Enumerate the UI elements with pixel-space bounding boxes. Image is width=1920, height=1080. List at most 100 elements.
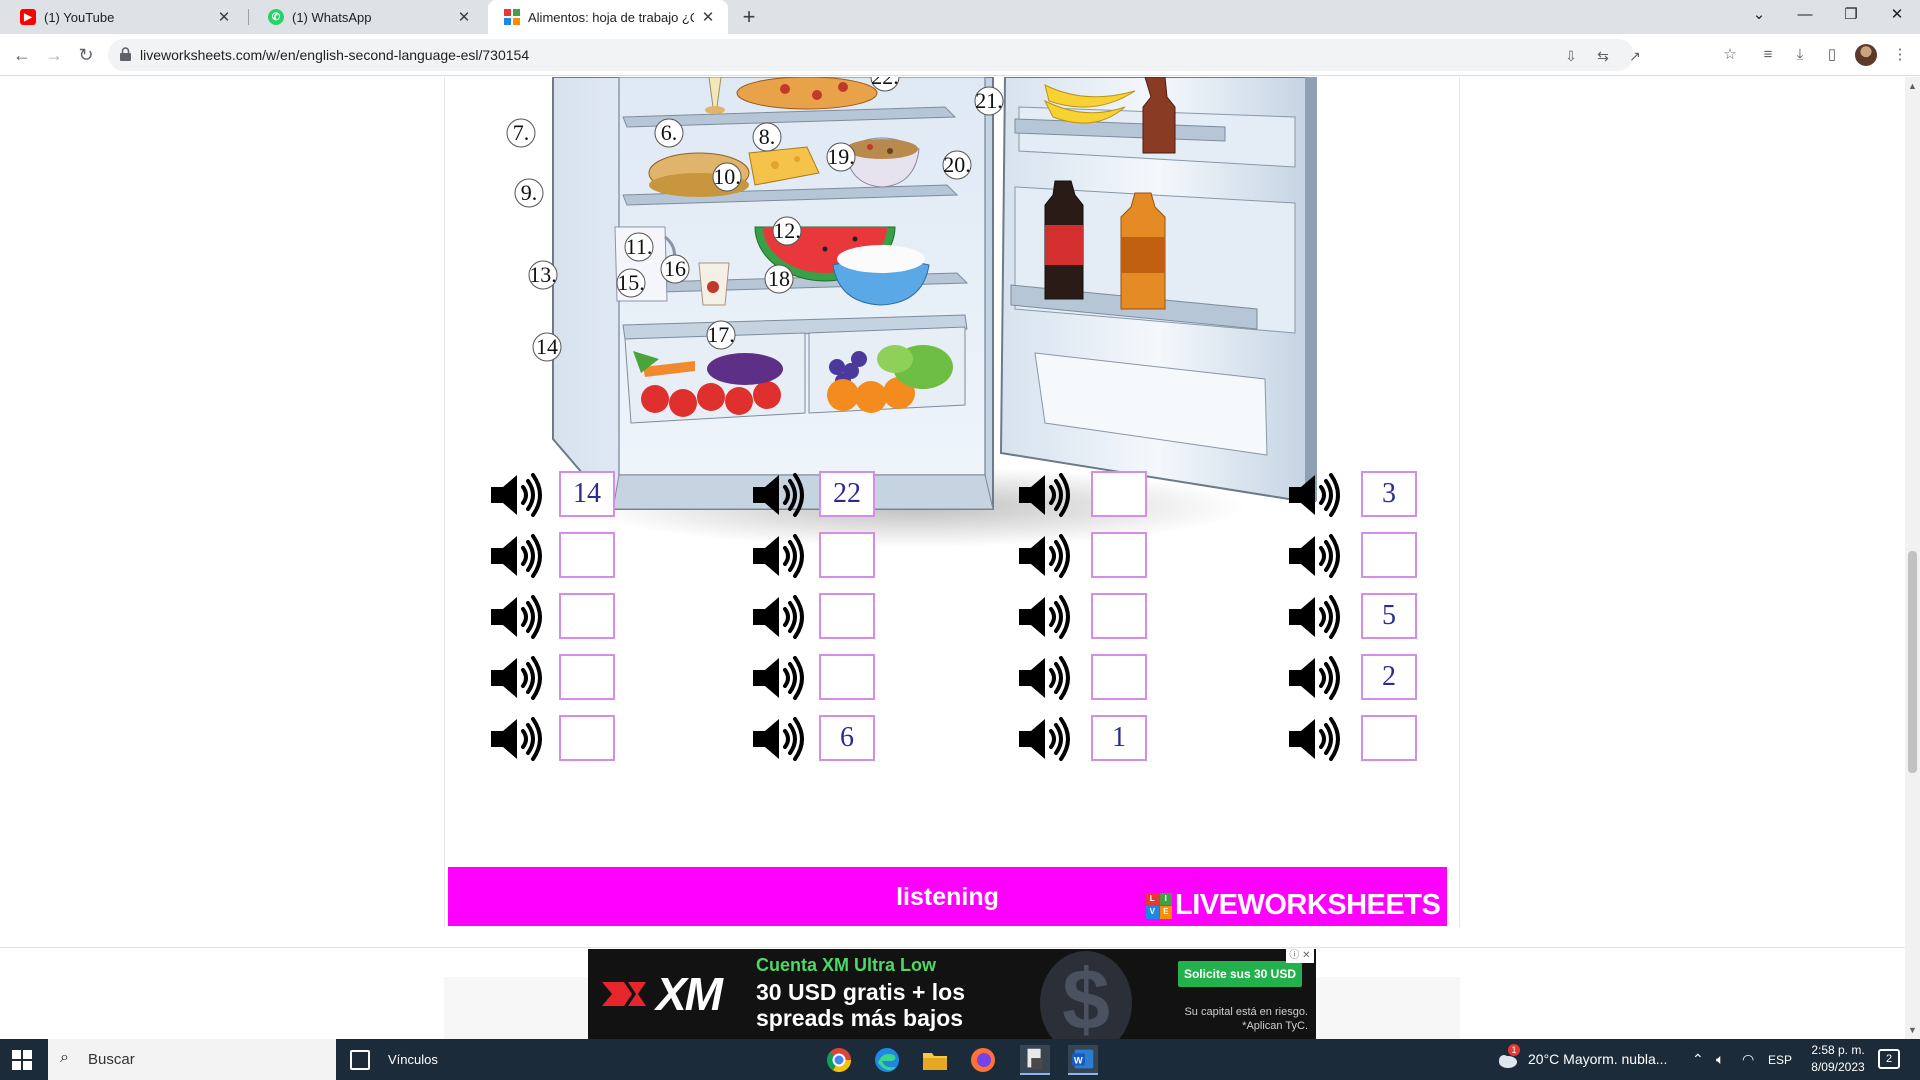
section-divider bbox=[0, 947, 1905, 948]
address-bar[interactable]: liveworksheets.com/w/en/english-second-l… bbox=[108, 39, 1641, 71]
answer-input[interactable]: 14 bbox=[559, 471, 615, 517]
answer-input[interactable]: 22 bbox=[819, 471, 875, 517]
tab-divider bbox=[248, 9, 249, 25]
close-icon[interactable]: ✕ bbox=[456, 8, 472, 26]
menu-icon[interactable]: ⋮ bbox=[1890, 45, 1910, 65]
speaker-icon[interactable] bbox=[1285, 715, 1341, 763]
side-panel-icon[interactable]: ▯ bbox=[1822, 45, 1842, 65]
answer-input[interactable] bbox=[1091, 654, 1147, 700]
forward-button[interactable]: → bbox=[40, 41, 68, 69]
brand-name: LIVEWORKSHEETS bbox=[1175, 889, 1441, 921]
language-indicator[interactable]: ESP bbox=[1768, 1053, 1792, 1067]
speaker-icon[interactable] bbox=[1285, 654, 1341, 702]
answer-input[interactable]: 2 bbox=[1361, 654, 1417, 700]
speaker-icon[interactable] bbox=[1015, 471, 1071, 519]
file-explorer-icon[interactable] bbox=[920, 1045, 950, 1075]
word-icon[interactable]: W bbox=[1068, 1045, 1098, 1075]
notifications-icon[interactable]: 2 bbox=[1878, 1049, 1900, 1069]
clock[interactable]: 2:58 p. m. 8/09/2023 bbox=[1806, 1042, 1870, 1076]
tab-youtube[interactable]: ▶ (1) YouTube ✕ bbox=[4, 0, 244, 34]
file-manager-icon[interactable] bbox=[1020, 1045, 1050, 1075]
answer-input[interactable] bbox=[819, 532, 875, 578]
answer-input[interactable] bbox=[559, 715, 615, 761]
wifi-icon[interactable]: ◠ bbox=[1742, 1051, 1754, 1068]
bookmark-star-icon[interactable]: ☆ bbox=[1720, 45, 1740, 65]
speaker-icon[interactable] bbox=[749, 593, 805, 641]
firefox-icon[interactable] bbox=[968, 1045, 998, 1075]
liveworksheets-brand[interactable]: L I V E LIVEWORKSHEETS bbox=[1146, 889, 1441, 922]
answer-input[interactable] bbox=[559, 593, 615, 639]
ad-cta-button[interactable]: Solicite sus 30 USD bbox=[1178, 961, 1302, 987]
speaker-icon[interactable] bbox=[1015, 532, 1071, 580]
scroll-up-icon[interactable]: ▲ bbox=[1908, 81, 1917, 91]
worksheet-footer: listening L I V E LIVEWORKSHEETS bbox=[448, 867, 1447, 926]
profile-avatar[interactable] bbox=[1855, 44, 1877, 66]
restore-button[interactable]: ❐ bbox=[1828, 0, 1874, 30]
fridge-label: 11. bbox=[626, 234, 653, 259]
tab-whatsapp[interactable]: ✆ (1) WhatsApp ✕ bbox=[252, 0, 484, 34]
reload-button[interactable]: ↻ bbox=[72, 41, 100, 69]
edge-icon[interactable] bbox=[872, 1045, 902, 1075]
ad-close-icon[interactable]: ⓘ ✕ bbox=[1286, 949, 1314, 963]
answer-input[interactable] bbox=[1361, 715, 1417, 761]
answer-input[interactable] bbox=[559, 654, 615, 700]
weather-text[interactable]: 20°C Mayorm. nubla... bbox=[1528, 1051, 1667, 1067]
taskbar-search[interactable]: ⌕ Buscar bbox=[48, 1039, 336, 1080]
speaker-icon[interactable] bbox=[487, 532, 543, 580]
volume-icon[interactable]: 🔈︎ bbox=[1716, 1051, 1724, 1068]
svg-text:W: W bbox=[1074, 1056, 1083, 1066]
speaker-icon[interactable] bbox=[1015, 593, 1071, 641]
scrollbar-thumb[interactable] bbox=[1908, 551, 1917, 773]
answer-input[interactable]: 1 bbox=[1091, 715, 1147, 761]
advertisement-banner[interactable]: XM Cuenta XM Ultra Low 30 USD gratis + l… bbox=[588, 949, 1316, 1039]
task-view-icon[interactable] bbox=[350, 1050, 370, 1070]
answer-input[interactable] bbox=[1091, 593, 1147, 639]
speaker-icon[interactable] bbox=[749, 471, 805, 519]
download-icon[interactable]: ⤓ bbox=[1790, 45, 1810, 65]
scroll-down-icon[interactable]: ▼ bbox=[1908, 1025, 1917, 1035]
speaker-icon[interactable] bbox=[1285, 471, 1341, 519]
links-toolbar[interactable]: Vínculos bbox=[388, 1052, 438, 1067]
fridge-label: 13. bbox=[529, 262, 557, 287]
close-icon[interactable]: ✕ bbox=[700, 8, 716, 26]
tab-search-button[interactable]: ⌄ bbox=[1736, 0, 1782, 30]
chrome-icon[interactable] bbox=[824, 1045, 854, 1075]
page-scrollbar[interactable]: ▲ ▼ bbox=[1905, 77, 1920, 1039]
new-tab-button[interactable]: + bbox=[736, 4, 762, 30]
speaker-icon[interactable] bbox=[1285, 532, 1341, 580]
speaker-icon[interactable] bbox=[1285, 593, 1341, 641]
speaker-icon[interactable] bbox=[487, 593, 543, 641]
install-app-icon[interactable]: ⇩ bbox=[1562, 47, 1580, 65]
chevron-up-icon[interactable]: ⌃ bbox=[1692, 1051, 1704, 1068]
worksheet: 6. 7. 8. 9. 10. 11. 12. 13. 14 15. 16 17. 18 19. 20. 21… bbox=[444, 77, 1460, 927]
windows-start-icon[interactable] bbox=[12, 1050, 32, 1070]
speaker-icon[interactable] bbox=[749, 654, 805, 702]
answer-input[interactable] bbox=[1091, 532, 1147, 578]
url-text[interactable]: liveworksheets.com/w/en/english-second-l… bbox=[140, 47, 529, 63]
speaker-icon[interactable] bbox=[749, 532, 805, 580]
dollar-graphic: $ bbox=[1040, 951, 1132, 1039]
speaker-icon[interactable] bbox=[1015, 715, 1071, 763]
answer-input[interactable]: 6 bbox=[819, 715, 875, 761]
minimize-button[interactable]: — bbox=[1782, 0, 1828, 30]
share-icon[interactable]: ↗ bbox=[1626, 47, 1644, 65]
answer-input[interactable]: 3 bbox=[1361, 471, 1417, 517]
answer-input[interactable] bbox=[1091, 471, 1147, 517]
media-control-icon[interactable]: ≡ bbox=[1758, 45, 1778, 65]
xm-logo-icon bbox=[602, 982, 646, 1006]
answer-input[interactable]: 5 bbox=[1361, 593, 1417, 639]
close-window-button[interactable]: ✕ bbox=[1874, 0, 1920, 30]
answer-input[interactable] bbox=[819, 654, 875, 700]
speaker-icon[interactable] bbox=[1015, 654, 1071, 702]
speaker-icon[interactable] bbox=[487, 654, 543, 702]
answer-input[interactable] bbox=[1361, 532, 1417, 578]
speaker-icon[interactable] bbox=[749, 715, 805, 763]
answer-input[interactable] bbox=[819, 593, 875, 639]
back-button[interactable]: ← bbox=[8, 41, 36, 69]
speaker-icon[interactable] bbox=[487, 471, 543, 519]
speaker-icon[interactable] bbox=[487, 715, 543, 763]
answer-input[interactable] bbox=[559, 532, 615, 578]
translate-icon[interactable]: ⇆ bbox=[1594, 47, 1612, 65]
close-icon[interactable]: ✕ bbox=[216, 8, 232, 26]
tab-liveworksheets[interactable]: Alimentos: hoja de trabajo ¿Qué ✕ bbox=[488, 0, 728, 34]
